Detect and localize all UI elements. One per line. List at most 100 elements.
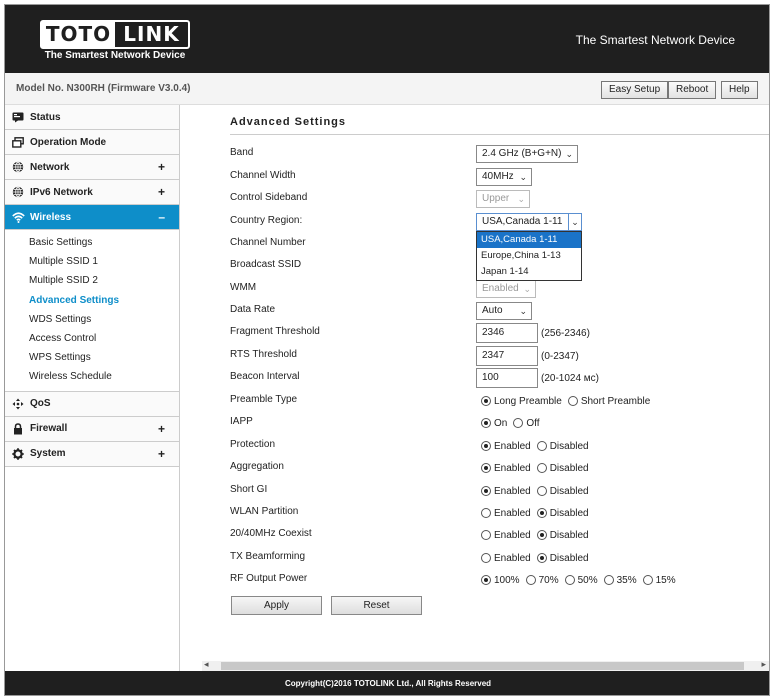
row-band: Band 2.4 GHz (B+G+N) ⌄ (230, 143, 769, 165)
sidebar-item-system[interactable]: System + (5, 441, 179, 467)
sidebar-item-ipv6-network[interactable]: IPv6 Network + (5, 180, 179, 205)
sidebar-item-label: Wireless (30, 211, 72, 223)
sidebar-item-status[interactable]: Status (5, 105, 179, 130)
short-gi-label: Short GI (230, 484, 268, 495)
submenu-item-multiple-ssid-1[interactable]: Multiple SSID 1 (5, 252, 179, 271)
short-preamble-radio[interactable] (567, 396, 578, 406)
reset-button[interactable]: Reset (331, 596, 422, 615)
sidebar-item-operation-mode[interactable]: Operation Mode (5, 130, 179, 155)
expand-plus-icon: + (157, 421, 165, 436)
tx-beamforming-enabled-label: Enabled (494, 552, 531, 564)
row-coexist: 20/40MHz Coexist Enabled Disabled (230, 524, 769, 546)
tx-beamforming-enabled-radio[interactable] (481, 553, 491, 563)
model-bar: Model No. N300RH (Firmware V3.0.4) Easy … (5, 73, 769, 105)
band-label: Band (230, 147, 254, 158)
preamble-type-label: Preamble Type (230, 394, 298, 405)
channel-width-value: 40MHz (482, 171, 514, 182)
coexist-disabled-radio[interactable] (536, 530, 547, 540)
iapp-off-radio[interactable] (513, 418, 524, 428)
aggregation-label: Aggregation (230, 461, 284, 472)
sidebar-item-wireless[interactable]: Wireless – (5, 205, 179, 230)
country-region-select[interactable]: USA,Canada 1-11 ⌄ (476, 213, 582, 231)
rf-power-70-radio[interactable] (525, 575, 536, 585)
band-select[interactable]: 2.4 GHz (B+G+N) ⌄ (476, 145, 578, 163)
qos-icon (11, 397, 25, 411)
sidebar-item-network[interactable]: Network + (5, 155, 179, 180)
country-option-usa-canada[interactable]: USA,Canada 1-11 (477, 232, 581, 248)
row-aggregation: Aggregation Enabled Disabled (230, 457, 769, 479)
rf-power-35-radio[interactable] (603, 575, 614, 585)
rf-power-100-label: 100% (494, 574, 520, 586)
row-data-rate: Data Rate Auto ⌄ (230, 300, 769, 322)
iapp-on-label: On (494, 417, 508, 429)
wlan-partition-enabled-radio[interactable] (481, 508, 491, 518)
reboot-button[interactable]: Reboot (668, 81, 717, 99)
horizontal-scrollbar[interactable]: ◂ ▸ (202, 659, 769, 671)
rts-threshold-input[interactable]: 2347 (476, 346, 538, 366)
iapp-label: IAPP (230, 416, 253, 427)
tx-beamforming-disabled-radio[interactable] (536, 553, 547, 563)
tx-beamforming-disabled-label: Disabled (549, 552, 589, 564)
aggregation-enabled-label: Enabled (494, 462, 531, 474)
chevron-down-icon: ⌄ (568, 214, 581, 230)
row-control-sideband: Control Sideband Upper ⌄ (230, 188, 769, 210)
long-preamble-radio[interactable] (481, 396, 491, 406)
collapse-minus-icon: – (158, 210, 165, 224)
help-button[interactable]: Help (721, 81, 758, 99)
rts-threshold-label: RTS Threshold (230, 349, 297, 360)
submenu-item-basic-settings[interactable]: Basic Settings (5, 233, 179, 252)
scroll-left-arrow-icon[interactable]: ◂ (204, 659, 209, 670)
beacon-interval-input[interactable]: 100 (476, 368, 538, 388)
rf-power-15-label: 15% (655, 574, 676, 586)
submenu-item-multiple-ssid-2[interactable]: Multiple SSID 2 (5, 271, 179, 290)
wmm-value: Enabled (482, 283, 519, 294)
rf-power-100-radio[interactable] (481, 575, 491, 585)
wlan-partition-enabled-label: Enabled (494, 507, 531, 519)
country-option-japan[interactable]: Japan 1-14 (477, 264, 581, 280)
lock-icon (11, 422, 25, 436)
sidebar-item-label: Operation Mode (30, 136, 107, 148)
wifi-icon (11, 210, 25, 224)
short-gi-enabled-radio[interactable] (481, 486, 491, 496)
submenu-item-wireless-schedule[interactable]: Wireless Schedule (5, 367, 179, 386)
protection-enabled-radio[interactable] (481, 441, 491, 451)
row-beacon-interval: Beacon Interval 100 (20-1024 мс) (230, 367, 769, 389)
scroll-right-arrow-icon[interactable]: ▸ (761, 659, 766, 670)
submenu-item-advanced-settings[interactable]: Advanced Settings (5, 291, 179, 310)
broadcast-ssid-label: Broadcast SSID (230, 259, 302, 270)
wlan-partition-disabled-radio[interactable] (536, 508, 547, 518)
fragment-threshold-hint: (256-2346) (541, 327, 590, 339)
short-gi-disabled-radio[interactable] (536, 486, 547, 496)
page-title: Advanced Settings (230, 116, 347, 128)
fragment-threshold-input[interactable]: 2346 (476, 323, 538, 343)
coexist-enabled-radio[interactable] (481, 530, 491, 540)
expand-plus-icon: + (157, 446, 165, 461)
submenu-item-wds-settings[interactable]: WDS Settings (5, 310, 179, 329)
iapp-on-radio[interactable] (481, 418, 491, 428)
title-divider (230, 134, 769, 135)
submenu-item-access-control[interactable]: Access Control (5, 329, 179, 348)
beacon-interval-label: Beacon Interval (230, 371, 300, 382)
rf-power-15-radio[interactable] (642, 575, 653, 585)
apply-button[interactable]: Apply (231, 596, 322, 615)
fragment-threshold-label: Fragment Threshold (230, 326, 320, 337)
aggregation-enabled-radio[interactable] (481, 463, 491, 473)
easy-setup-button[interactable]: Easy Setup (601, 81, 669, 99)
country-option-europe-china[interactable]: Europe,China 1-13 (477, 248, 581, 264)
row-country-region: Country Region: USA,Canada 1-11 ⌄ (230, 211, 769, 233)
expand-plus-icon: + (157, 160, 165, 174)
rf-power-50-radio[interactable] (564, 575, 575, 585)
router-admin-window: TOTO LINK The Smartest Network Device Th… (4, 4, 770, 696)
sidebar-item-qos[interactable]: QoS (5, 391, 179, 417)
channel-width-select[interactable]: 40MHz ⌄ (476, 168, 532, 186)
rf-power-35-label: 35% (616, 574, 637, 586)
submenu-item-wps-settings[interactable]: WPS Settings (5, 348, 179, 367)
row-wlan-partition: WLAN Partition Enabled Disabled (230, 502, 769, 524)
control-sideband-label: Control Sideband (230, 192, 308, 203)
data-rate-select[interactable]: Auto ⌄ (476, 302, 532, 320)
aggregation-disabled-radio[interactable] (536, 463, 547, 473)
sidebar-item-firewall[interactable]: Firewall + (5, 416, 179, 442)
protection-disabled-radio[interactable] (536, 441, 547, 451)
row-rts-threshold: RTS Threshold 2347 (0-2347) (230, 345, 769, 367)
scrollbar-thumb[interactable] (221, 662, 744, 670)
